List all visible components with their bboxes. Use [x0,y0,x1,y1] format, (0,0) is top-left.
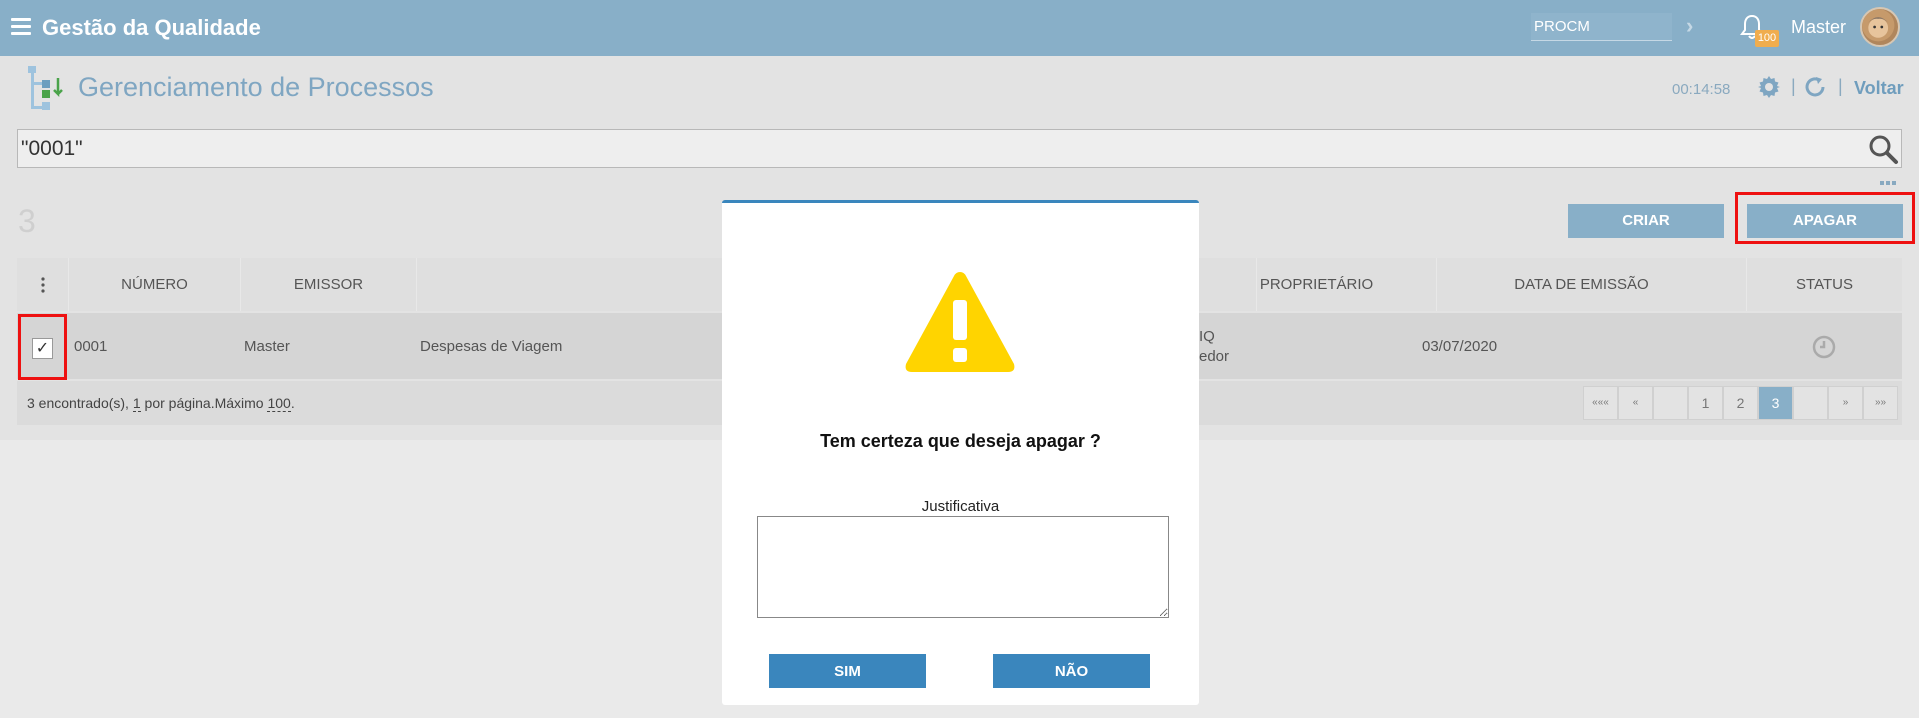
app-title: Gestão da Qualidade [42,15,261,40]
menu-icon[interactable] [11,18,31,36]
confirm-delete-modal: Tem certeza que deseja apagar ? Justific… [722,200,1199,705]
cell-emissor: Master [244,338,290,355]
page-2[interactable]: 2 [1723,386,1758,420]
warning-icon [905,272,1015,372]
search-input[interactable] [18,130,1901,167]
user-name[interactable]: Master [1791,17,1846,38]
page-prev[interactable]: « [1618,386,1653,420]
cell-numero: 0001 [74,338,108,355]
cell-proprietario: IQ [1199,328,1215,345]
cell-data: 03/07/2020 [1422,338,1498,355]
highlight-box [18,314,67,380]
top-bar: Gestão da Qualidade › 100 Master [0,0,1919,56]
column-header-data[interactable]: DATA DE EMISSÃO [1417,258,1747,311]
page-first[interactable]: ««« [1583,386,1618,420]
page-blank [1793,386,1828,420]
cell-proprietario-line2: edor [1199,348,1230,365]
page-1[interactable]: 1 [1688,386,1723,420]
cell-tipo: Despesas de Viagem [420,338,563,355]
confirm-question: Tem certeza que deseja apagar ? [820,431,1101,451]
page-3[interactable]: 3 [1758,386,1793,420]
notification-badge: 100 [1755,30,1779,47]
column-header-proprietario[interactable]: PROPRIETÁRIO [1197,258,1437,311]
search-icon[interactable] [1867,133,1899,165]
separator: | [1791,76,1796,96]
separator: | [1838,76,1843,96]
create-button[interactable]: CRIAR [1568,204,1724,238]
page-next[interactable]: » [1828,386,1863,420]
pagination: ««« « 1 2 3 » »» [1583,386,1899,420]
column-header-emissor[interactable]: EMISSOR [241,258,417,311]
search-field[interactable] [17,129,1902,168]
justification-label: Justificativa [921,498,1000,515]
column-header-status[interactable]: STATUS [1747,258,1902,311]
column-options-icon[interactable] [17,258,69,311]
page-last[interactable]: »» [1863,386,1898,420]
clock-icon [1812,335,1836,359]
max-value[interactable]: 100 [267,395,291,412]
back-link[interactable]: Voltar [1854,78,1904,99]
column-header-numero[interactable]: NÚMERO [69,258,241,311]
session-timer: 00:14:58 [1672,81,1731,98]
per-page-value[interactable]: 1 [132,395,141,412]
avatar[interactable] [1860,7,1900,47]
page-title: Gerenciamento de Processos [78,72,434,102]
gear-icon[interactable] [1757,75,1781,99]
module-input[interactable] [1531,13,1672,41]
page-blank [1653,386,1688,420]
result-count: 3 [18,203,36,239]
justification-field[interactable] [757,516,1169,618]
refresh-icon[interactable] [1803,75,1827,99]
no-button[interactable]: NÃO [993,654,1150,688]
process-tree-icon [28,66,63,110]
more-options-icon[interactable] [1880,172,1898,185]
yes-button[interactable]: SIM [769,654,926,688]
chevron-right-icon[interactable]: › [1686,13,1693,39]
highlight-box [1735,192,1915,244]
results-summary: 3 encontrado(s), 1 por página.Máximo 100… [27,395,295,412]
